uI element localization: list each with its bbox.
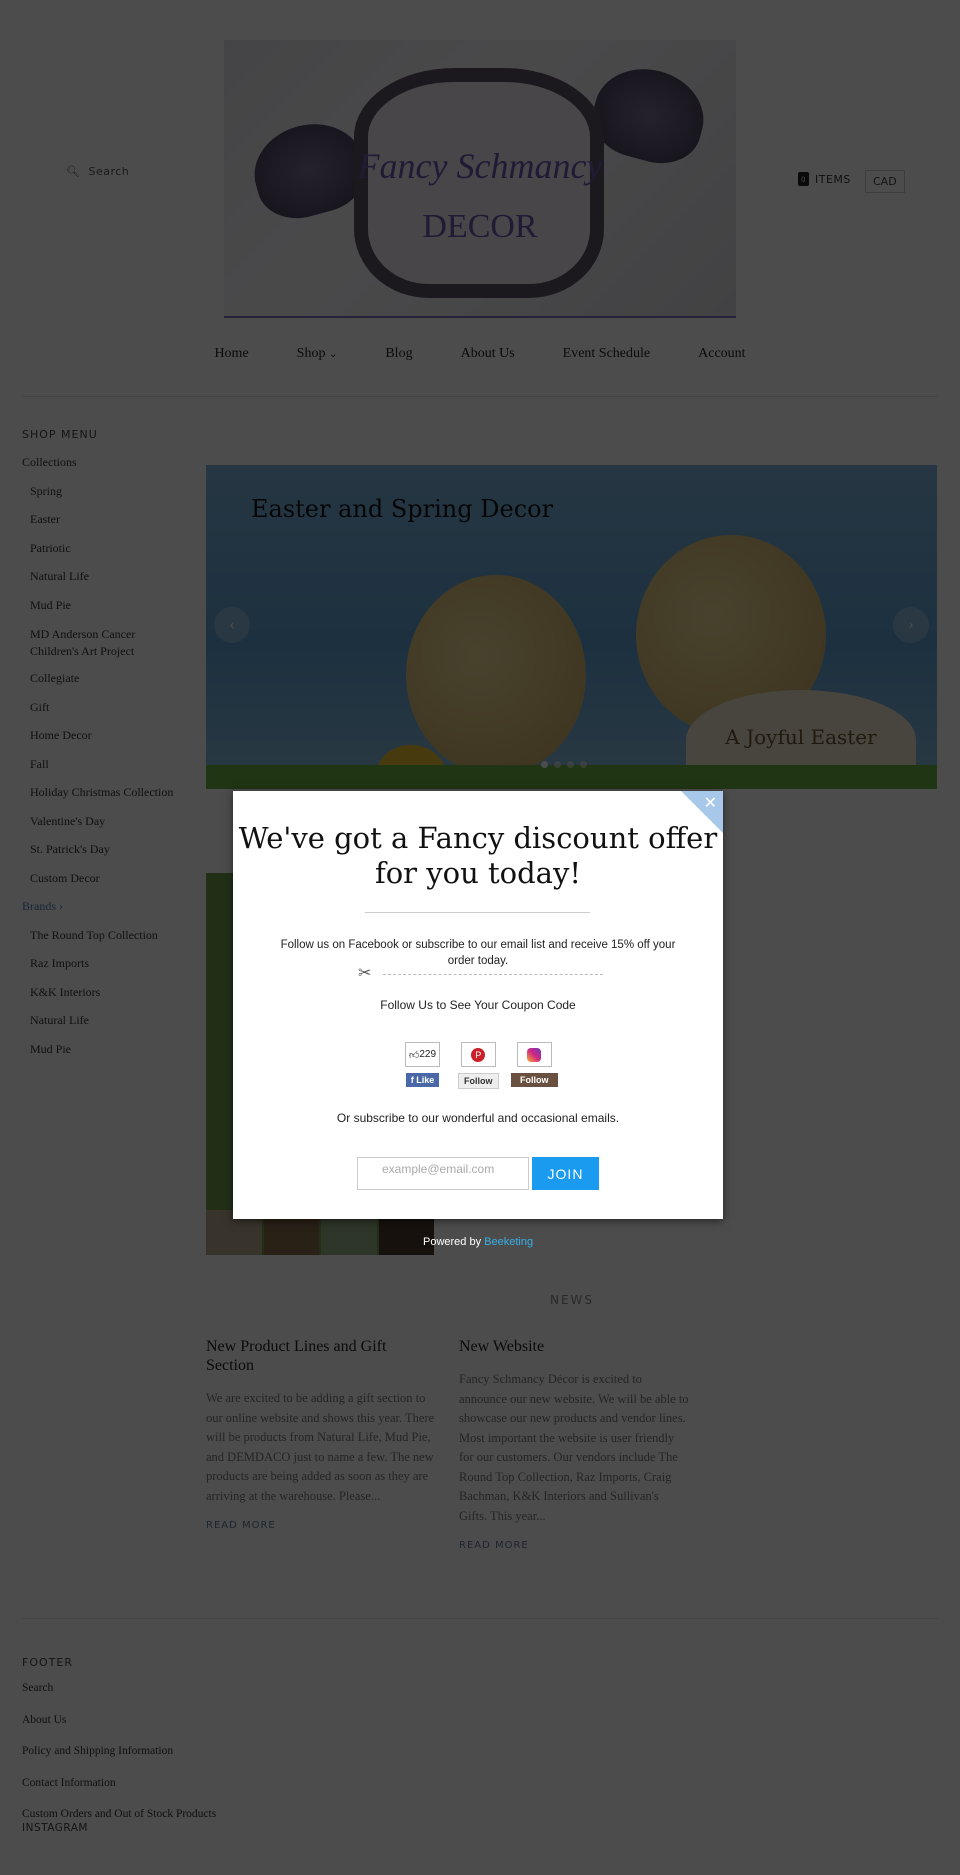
footer-menu: Search About Us Policy and Shipping Info… [22, 1682, 216, 1854]
email-input[interactable]: example@email.com [357, 1157, 529, 1190]
grass [206, 765, 937, 789]
like-count: 👍︎ 229 [405, 1042, 440, 1067]
pinterest-follow[interactable]: P Follow [458, 1042, 499, 1089]
pinterest-icon: P [460, 1042, 496, 1067]
post-excerpt: We are excited to be adding a gift secti… [206, 1391, 435, 1503]
footer-link[interactable]: Search [22, 1682, 216, 1714]
footer-link[interactable]: Contact Information [22, 1777, 216, 1809]
divider [22, 1618, 938, 1619]
facebook-like-button[interactable]: f Like [405, 1073, 440, 1087]
sidebar-item[interactable]: Raz Imports [22, 956, 182, 985]
pinterest-follow-button[interactable]: Follow [458, 1073, 499, 1089]
sidebar-item[interactable]: The Round Top Collection [22, 928, 182, 957]
sidebar-item[interactable]: Spring [22, 484, 182, 513]
sidebar-item[interactable]: Custom Decor [22, 871, 182, 900]
nav-blog[interactable]: Blog [385, 346, 412, 362]
sidebar-item[interactable]: Gift [22, 700, 182, 729]
sidebar-item[interactable]: Mud Pie [22, 1042, 182, 1071]
nav-account[interactable]: Account [698, 346, 745, 362]
shop-menu-heading: SHOP MENU [22, 428, 98, 441]
next-slide-button[interactable]: › [893, 607, 929, 643]
coupon-cut-line [383, 974, 603, 975]
divider [22, 396, 938, 397]
slide-title: Easter and Spring Decor [251, 495, 554, 523]
subscribe-text: Or subscribe to our wonderful and occasi… [336, 1111, 620, 1125]
read-more-link[interactable]: READ MORE [459, 1540, 689, 1551]
sidebar-item[interactable]: K&K Interiors [22, 985, 182, 1014]
powered-by: Powered by Beeketing [423, 1236, 534, 1248]
post-title[interactable]: New Product Lines and Gift Section [206, 1337, 436, 1375]
search-icon: 🔍︎ [66, 166, 81, 178]
discount-popup: ✕ We've got a Fancy discount offer for y… [233, 791, 723, 1219]
slide-dot[interactable] [580, 761, 587, 768]
footer-heading: FOOTER [22, 1656, 73, 1669]
nav-shop[interactable]: Shop ⌄ [297, 346, 338, 362]
sidebar-item[interactable]: St. Patrick's Day [22, 842, 182, 871]
slide-dot[interactable] [554, 761, 561, 768]
chevron-down-icon: ⌄ [328, 349, 338, 360]
sidebar-item[interactable]: Natural Life [22, 569, 182, 598]
facebook-like[interactable]: 👍︎ 229 f Like [405, 1042, 440, 1087]
read-more-link[interactable]: READ MORE [206, 1520, 436, 1531]
main-nav: Home Shop ⌄ Blog About Us Event Schedule… [0, 346, 960, 362]
nav-home[interactable]: Home [214, 346, 248, 362]
instagram-follow[interactable]: Follow [511, 1042, 558, 1087]
sidebar-item[interactable]: Holiday Christmas Collection [22, 785, 182, 814]
sidebar-item[interactable]: Easter [22, 512, 182, 541]
sidebar-item[interactable]: Fall [22, 757, 182, 786]
sidebar-item[interactable]: Mud Pie [22, 598, 182, 627]
sidebar-item[interactable]: Natural Life [22, 1013, 182, 1042]
post-title[interactable]: New Website [459, 1337, 689, 1356]
sidebar-item[interactable]: MD Anderson Cancer Children's Art Projec… [22, 626, 182, 671]
chevron-right-icon: › [56, 899, 63, 913]
sidebar-item[interactable]: Valentine's Day [22, 814, 182, 843]
slide-dot[interactable] [567, 761, 574, 768]
footer-link[interactable]: About Us [22, 1714, 216, 1746]
scissors-icon: ✂ [358, 965, 372, 982]
slide-dot[interactable] [541, 761, 548, 768]
sidebar-item[interactable]: Collections [22, 455, 182, 484]
footer-link[interactable]: Policy and Shipping Information [22, 1745, 216, 1777]
sidebar-item[interactable]: Collegiate [22, 671, 182, 700]
close-icon[interactable]: ✕ [704, 793, 717, 813]
popup-title: We've got a Fancy discount offer for you… [238, 821, 718, 890]
bag-icon: 0 [798, 172, 809, 186]
divider [365, 912, 590, 913]
instagram-follow-button[interactable]: Follow [511, 1073, 558, 1087]
news-heading: NEWS [550, 1293, 595, 1307]
prev-slide-button[interactable]: ‹ [214, 607, 250, 643]
logo[interactable]: Fancy Schmancy DECOR [224, 40, 736, 318]
search-link[interactable]: 🔍︎ Search [66, 165, 129, 178]
footer-link[interactable]: Custom Orders and Out of Stock Products [22, 1808, 216, 1822]
join-button[interactable]: JOIN [532, 1157, 599, 1190]
follow-text: Follow Us to See Your Coupon Code [380, 998, 576, 1012]
hero-slider: Easter and Spring Decor A Joyful Easter … [206, 465, 937, 789]
instagram-icon [516, 1042, 552, 1067]
nav-events[interactable]: Event Schedule [563, 346, 650, 362]
beeketing-link[interactable]: Beeketing [484, 1236, 533, 1248]
currency-selector[interactable]: CAD [865, 170, 905, 193]
sidebar-item[interactable]: Brands › [22, 899, 182, 928]
slide-dots [541, 761, 587, 768]
popup-text: Follow us on Facebook or subscribe to ou… [280, 939, 676, 967]
cart-link[interactable]: 0 ITEMS [798, 172, 851, 186]
news-post: New Website Fancy Schmancy Décor is exci… [459, 1337, 689, 1551]
nav-about[interactable]: About Us [461, 346, 515, 362]
chick-image [406, 575, 586, 775]
post-excerpt: Fancy Schmancy Décor is excited to annou… [459, 1372, 689, 1523]
sidebar-item[interactable]: Home Decor [22, 728, 182, 757]
sidebar-item[interactable]: Patriotic [22, 541, 182, 570]
thumbs-up-icon: 👍︎ [408, 1049, 420, 1061]
news-post: New Product Lines and Gift Section We ar… [206, 1337, 436, 1531]
shop-menu: Collections Spring Easter Patriotic Natural … [22, 455, 182, 1070]
instagram-heading: INSTAGRAM [22, 1822, 88, 1834]
